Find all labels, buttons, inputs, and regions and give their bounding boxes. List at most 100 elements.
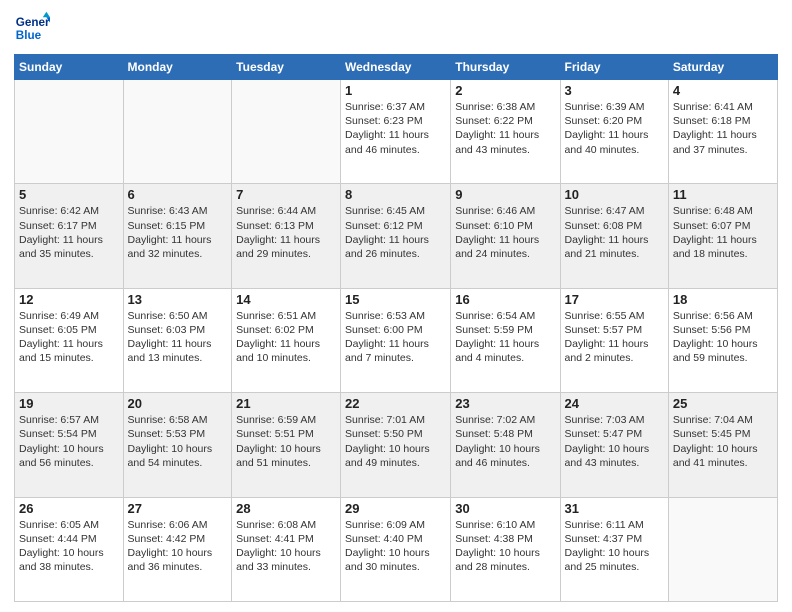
calendar-cell: 23 Sunrise: 7:02 AM Sunset: 5:48 PM Dayli…: [451, 393, 560, 497]
calendar-cell: 2 Sunrise: 6:38 AM Sunset: 6:22 PM Daylig…: [451, 80, 560, 184]
day-number: 25: [673, 396, 773, 411]
day-number: 29: [345, 501, 446, 516]
calendar-cell: 13 Sunrise: 6:50 AM Sunset: 6:03 PM Dayli…: [123, 288, 232, 392]
calendar-cell: [15, 80, 124, 184]
day-number: 2: [455, 83, 555, 98]
day-number: 4: [673, 83, 773, 98]
calendar-cell: 15 Sunrise: 6:53 AM Sunset: 6:00 PM Dayli…: [341, 288, 451, 392]
day-number: 11: [673, 187, 773, 202]
day-number: 28: [236, 501, 336, 516]
calendar-cell: 30Sunrise: 6:10 AM Sunset: 4:38 PM Dayli…: [451, 497, 560, 601]
day-number: 15: [345, 292, 446, 307]
day-number: 12: [19, 292, 119, 307]
day-number: 18: [673, 292, 773, 307]
calendar-cell: 28Sunrise: 6:08 AM Sunset: 4:41 PM Dayli…: [232, 497, 341, 601]
calendar-cell: 14 Sunrise: 6:51 AM Sunset: 6:02 PM Dayli…: [232, 288, 341, 392]
day-info: Sunrise: 7:01 AM Sunset: 5:50 PM Dayligh…: [345, 413, 446, 470]
day-number: 14: [236, 292, 336, 307]
svg-text:Blue: Blue: [16, 29, 42, 42]
calendar-cell: 17Sunrise: 6:55 AM Sunset: 5:57 PM Dayli…: [560, 288, 668, 392]
day-info: Sunrise: 7:04 AM Sunset: 5:45 PM Dayligh…: [673, 413, 773, 470]
day-info: Sunrise: 6:48 AM Sunset: 6:07 PM Dayligh…: [673, 204, 773, 261]
day-info: Sunrise: 6:50 AM Sunset: 6:03 PM Dayligh…: [128, 309, 228, 366]
calendar-cell: 22 Sunrise: 7:01 AM Sunset: 5:50 PM Dayli…: [341, 393, 451, 497]
day-info: Sunrise: 7:02 AM Sunset: 5:48 PM Dayligh…: [455, 413, 555, 470]
day-info: Sunrise: 6:47 AM Sunset: 6:08 PM Dayligh…: [565, 204, 664, 261]
calendar-cell: 21 Sunrise: 6:59 AM Sunset: 5:51 PM Dayli…: [232, 393, 341, 497]
day-number: 26: [19, 501, 119, 516]
logo: General Blue: [14, 10, 50, 46]
day-number: 24: [565, 396, 664, 411]
day-number: 31: [565, 501, 664, 516]
calendar-cell: [232, 80, 341, 184]
svg-text:General: General: [16, 16, 50, 29]
day-number: 1: [345, 83, 446, 98]
calendar-cell: 1 Sunrise: 6:37 AM Sunset: 6:23 PM Daylig…: [341, 80, 451, 184]
calendar-cell: 4Sunrise: 6:41 AM Sunset: 6:18 PM Daylig…: [668, 80, 777, 184]
calendar-cell: [123, 80, 232, 184]
calendar-week-row: 5 Sunrise: 6:42 AM Sunset: 6:17 PM Daylig…: [15, 184, 778, 288]
calendar-cell: 29 Sunrise: 6:09 AM Sunset: 4:40 PM Dayli…: [341, 497, 451, 601]
day-number: 7: [236, 187, 336, 202]
day-info: Sunrise: 6:37 AM Sunset: 6:23 PM Dayligh…: [345, 100, 446, 157]
weekday-header: Sunday: [15, 55, 124, 80]
day-number: 27: [128, 501, 228, 516]
day-number: 5: [19, 187, 119, 202]
logo-icon: General Blue: [14, 10, 50, 46]
day-number: 22: [345, 396, 446, 411]
day-number: 6: [128, 187, 228, 202]
calendar-cell: 18 Sunrise: 6:56 AM Sunset: 5:56 PM Dayli…: [668, 288, 777, 392]
day-info: Sunrise: 6:06 AM Sunset: 4:42 PM Dayligh…: [128, 518, 228, 575]
calendar-cell: 31 Sunrise: 6:11 AM Sunset: 4:37 PM Dayli…: [560, 497, 668, 601]
calendar-cell: 12 Sunrise: 6:49 AM Sunset: 6:05 PM Dayli…: [15, 288, 124, 392]
day-info: Sunrise: 6:54 AM Sunset: 5:59 PM Dayligh…: [455, 309, 555, 366]
day-info: Sunrise: 6:38 AM Sunset: 6:22 PM Dayligh…: [455, 100, 555, 157]
calendar-week-row: 19Sunrise: 6:57 AM Sunset: 5:54 PM Dayli…: [15, 393, 778, 497]
day-info: Sunrise: 6:05 AM Sunset: 4:44 PM Dayligh…: [19, 518, 119, 575]
calendar-cell: 8 Sunrise: 6:45 AM Sunset: 6:12 PM Daylig…: [341, 184, 451, 288]
calendar-cell: 19Sunrise: 6:57 AM Sunset: 5:54 PM Dayli…: [15, 393, 124, 497]
day-number: 20: [128, 396, 228, 411]
day-number: 10: [565, 187, 664, 202]
day-info: Sunrise: 6:42 AM Sunset: 6:17 PM Dayligh…: [19, 204, 119, 261]
day-number: 23: [455, 396, 555, 411]
day-number: 9: [455, 187, 555, 202]
calendar-cell: 20 Sunrise: 6:58 AM Sunset: 5:53 PM Dayli…: [123, 393, 232, 497]
day-number: 13: [128, 292, 228, 307]
calendar-week-row: 12 Sunrise: 6:49 AM Sunset: 6:05 PM Dayli…: [15, 288, 778, 392]
day-info: Sunrise: 6:53 AM Sunset: 6:00 PM Dayligh…: [345, 309, 446, 366]
day-info: Sunrise: 6:57 AM Sunset: 5:54 PM Dayligh…: [19, 413, 119, 470]
day-info: Sunrise: 6:56 AM Sunset: 5:56 PM Dayligh…: [673, 309, 773, 366]
day-info: Sunrise: 6:45 AM Sunset: 6:12 PM Dayligh…: [345, 204, 446, 261]
day-info: Sunrise: 6:46 AM Sunset: 6:10 PM Dayligh…: [455, 204, 555, 261]
day-info: Sunrise: 6:55 AM Sunset: 5:57 PM Dayligh…: [565, 309, 664, 366]
day-info: Sunrise: 6:43 AM Sunset: 6:15 PM Dayligh…: [128, 204, 228, 261]
weekday-header: Saturday: [668, 55, 777, 80]
day-number: 8: [345, 187, 446, 202]
day-info: Sunrise: 6:39 AM Sunset: 6:20 PM Dayligh…: [565, 100, 664, 157]
day-number: 21: [236, 396, 336, 411]
calendar-cell: 9 Sunrise: 6:46 AM Sunset: 6:10 PM Daylig…: [451, 184, 560, 288]
day-info: Sunrise: 6:49 AM Sunset: 6:05 PM Dayligh…: [19, 309, 119, 366]
calendar-cell: 10 Sunrise: 6:47 AM Sunset: 6:08 PM Dayli…: [560, 184, 668, 288]
weekday-header: Friday: [560, 55, 668, 80]
day-number: 16: [455, 292, 555, 307]
page-header: General Blue: [14, 10, 778, 46]
day-info: Sunrise: 6:51 AM Sunset: 6:02 PM Dayligh…: [236, 309, 336, 366]
calendar-cell: [668, 497, 777, 601]
day-info: Sunrise: 6:58 AM Sunset: 5:53 PM Dayligh…: [128, 413, 228, 470]
weekday-header: Wednesday: [341, 55, 451, 80]
calendar-cell: 27 Sunrise: 6:06 AM Sunset: 4:42 PM Dayli…: [123, 497, 232, 601]
day-info: Sunrise: 6:10 AM Sunset: 4:38 PM Dayligh…: [455, 518, 555, 575]
calendar-cell: 7 Sunrise: 6:44 AM Sunset: 6:13 PM Daylig…: [232, 184, 341, 288]
calendar-cell: 24Sunrise: 7:03 AM Sunset: 5:47 PM Dayli…: [560, 393, 668, 497]
day-info: Sunrise: 6:09 AM Sunset: 4:40 PM Dayligh…: [345, 518, 446, 575]
calendar-table: SundayMondayTuesdayWednesdayThursdayFrid…: [14, 54, 778, 602]
day-info: Sunrise: 6:11 AM Sunset: 4:37 PM Dayligh…: [565, 518, 664, 575]
day-info: Sunrise: 6:44 AM Sunset: 6:13 PM Dayligh…: [236, 204, 336, 261]
day-info: Sunrise: 6:59 AM Sunset: 5:51 PM Dayligh…: [236, 413, 336, 470]
day-number: 3: [565, 83, 664, 98]
calendar-cell: 25 Sunrise: 7:04 AM Sunset: 5:45 PM Dayli…: [668, 393, 777, 497]
calendar-week-row: 26 Sunrise: 6:05 AM Sunset: 4:44 PM Dayli…: [15, 497, 778, 601]
weekday-header-row: SundayMondayTuesdayWednesdayThursdayFrid…: [15, 55, 778, 80]
